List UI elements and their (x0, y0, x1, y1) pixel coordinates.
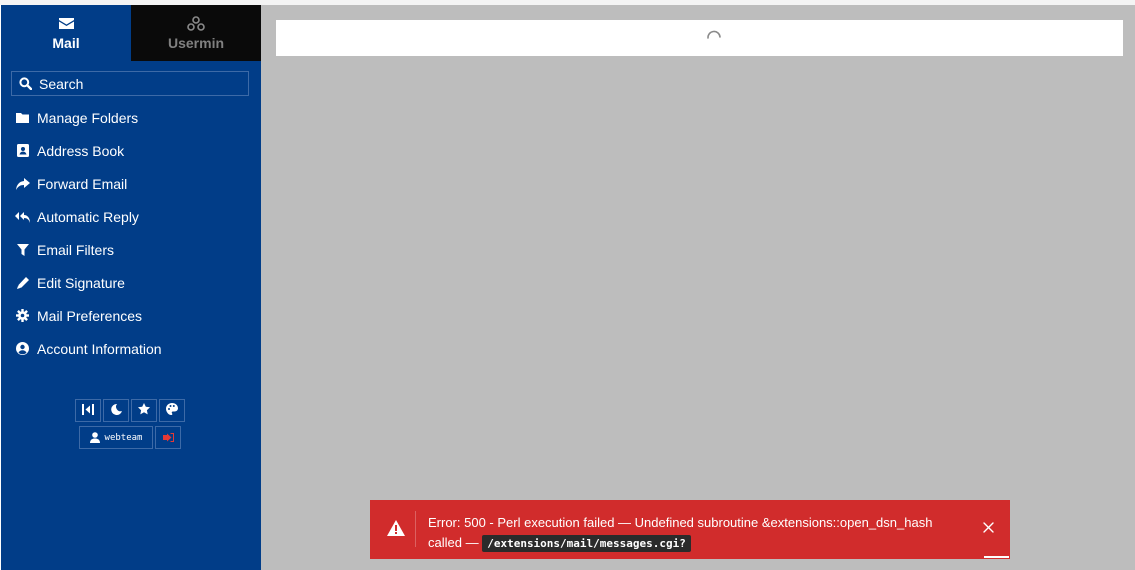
dark-mode-button[interactable] (103, 399, 129, 422)
loading-spinner-icon (706, 29, 722, 45)
logout-icon (162, 429, 174, 447)
moon-icon (110, 402, 122, 420)
close-icon (982, 520, 994, 538)
sidebar-item-label: Edit Signature (37, 274, 125, 291)
sidebar-tools (75, 399, 185, 422)
username: webteam (104, 432, 143, 443)
sidebar-item-email-filters[interactable]: Email Filters (1, 233, 261, 266)
sidebar: Mail Usermin Search Manage Folders Addre… (1, 5, 261, 570)
loading-bar (276, 20, 1123, 56)
sidebar-item-label: Email Filters (37, 241, 115, 258)
toast-timer-bar (984, 556, 1009, 558)
sidebar-item-manage-folders[interactable]: Manage Folders (1, 101, 261, 134)
filter-icon (15, 242, 30, 257)
sidebar-item-edit-signature[interactable]: Edit Signature (1, 266, 261, 299)
folder-icon (15, 110, 30, 125)
sidebar-item-label: Account Information (37, 340, 162, 357)
sidebar-item-label: Manage Folders (37, 109, 139, 126)
pencil-icon (15, 275, 30, 290)
sidebar-item-mail-preferences[interactable]: Mail Preferences (1, 299, 261, 332)
search-icon (19, 77, 33, 91)
reply-all-icon (15, 209, 30, 224)
tab-usermin[interactable]: Usermin (131, 5, 261, 61)
favorites-button[interactable] (131, 399, 157, 422)
sidebar-item-automatic-reply[interactable]: Automatic Reply (1, 200, 261, 233)
sidebar-item-address-book[interactable]: Address Book (1, 134, 261, 167)
tab-usermin-label: Usermin (167, 34, 225, 51)
sidebar-item-label: Forward Email (37, 175, 128, 192)
usermin-logo-icon (187, 15, 205, 32)
user-account-button[interactable]: webteam (79, 426, 153, 449)
toast-divider (415, 511, 416, 547)
sidebar-tabs: Mail Usermin (1, 5, 261, 61)
collapse-sidebar-icon (82, 402, 94, 420)
palette-icon (166, 402, 178, 420)
collapse-sidebar-button[interactable] (75, 399, 101, 422)
envelope-icon (58, 16, 74, 32)
sidebar-menu: Manage Folders Address Book Forward Emai… (1, 101, 261, 365)
sidebar-item-forward-email[interactable]: Forward Email (1, 167, 261, 200)
error-path-code: /extensions/mail/messages.cgi? (482, 535, 691, 552)
theme-button[interactable] (159, 399, 185, 422)
logout-button[interactable] (155, 426, 181, 449)
share-icon (15, 176, 30, 191)
search-label: Search (39, 75, 84, 92)
address-book-icon (15, 143, 30, 158)
user-circle-icon (15, 341, 30, 356)
sidebar-item-label: Address Book (37, 142, 125, 159)
user-row: webteam (79, 426, 181, 449)
search-input[interactable]: Search (11, 71, 249, 96)
main-content (261, 5, 1135, 570)
tab-mail[interactable]: Mail (1, 5, 131, 61)
user-icon (89, 432, 100, 443)
close-toast-button[interactable] (980, 520, 996, 538)
star-icon (138, 402, 150, 420)
error-message: Error: 500 - Perl execution failed — Und… (428, 513, 968, 554)
tab-mail-label: Mail (52, 34, 80, 51)
sidebar-item-account-information[interactable]: Account Information (1, 332, 261, 365)
error-toast: Error: 500 - Perl execution failed — Und… (370, 500, 1010, 559)
sidebar-item-label: Mail Preferences (37, 307, 143, 324)
gear-icon (15, 308, 30, 323)
warning-icon (387, 520, 405, 536)
sidebar-item-label: Automatic Reply (37, 208, 139, 225)
